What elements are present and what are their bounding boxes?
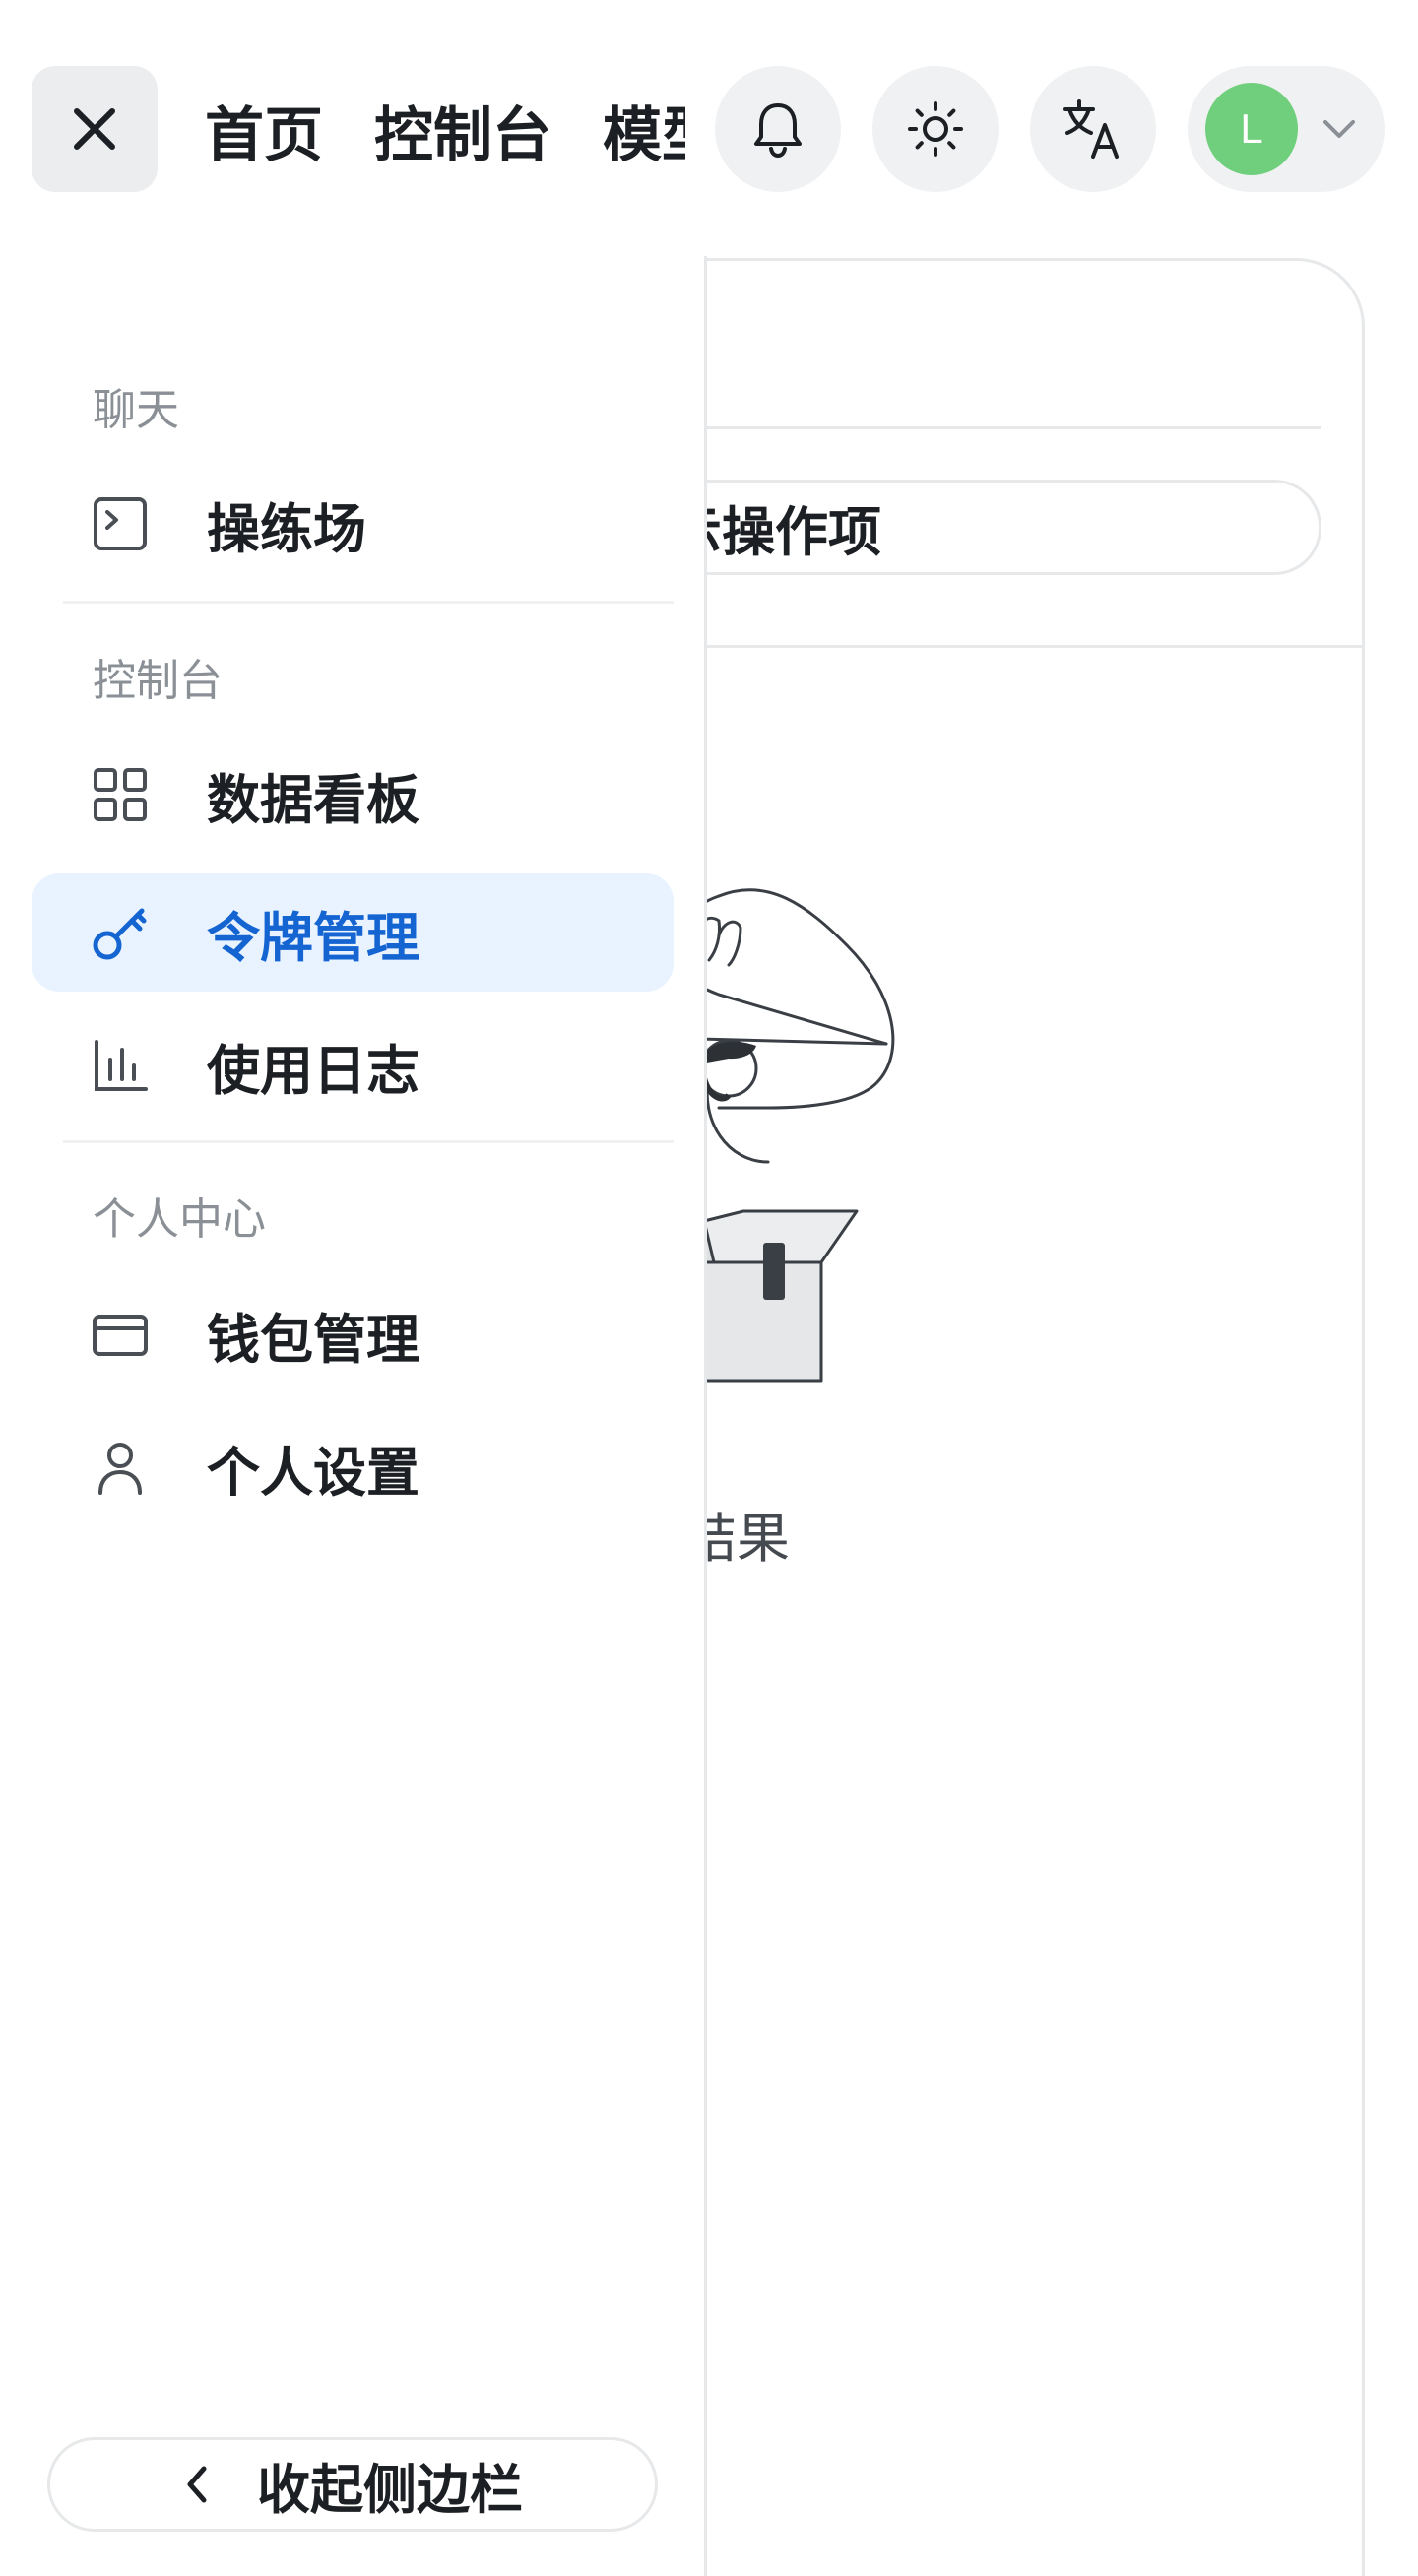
sidebar-item-token-management[interactable]: 令牌管理 [32, 873, 674, 992]
sidebar-item-dashboard[interactable]: 数据看板 [32, 736, 674, 854]
theme-toggle-button[interactable] [872, 66, 999, 192]
sidebar-item-personal-settings[interactable]: 个人设置 [32, 1408, 674, 1526]
user-icon [98, 1443, 142, 1495]
close-menu-button[interactable] [32, 66, 158, 192]
dashboard-icon [94, 768, 147, 821]
sun-icon [908, 101, 963, 157]
sidebar-item-label: 操练场 [207, 497, 366, 560]
terminal-icon [94, 497, 147, 550]
nav-link-home[interactable]: 首页 [205, 88, 323, 173]
sidebar-drawer: 聊天 操练场 控制台 数据看板 令牌管理 使用日志 个人中心 钱包管理 个人设置 [0, 256, 707, 2576]
sidebar-item-label: 数据看板 [207, 768, 419, 831]
notifications-button[interactable] [715, 66, 841, 192]
sidebar-item-wallet[interactable]: 钱包管理 [32, 1275, 674, 1393]
chevron-down-icon [1323, 120, 1355, 138]
bell-icon [754, 103, 802, 159]
nav-link-console[interactable]: 控制台 [374, 88, 551, 173]
translate-icon [1064, 99, 1119, 159]
sidebar-item-usage-logs[interactable]: 使用日志 [32, 1006, 674, 1125]
sidebar-item-label: 使用日志 [207, 1039, 419, 1102]
language-button[interactable] [1030, 66, 1156, 192]
sidebar-item-label: 钱包管理 [207, 1308, 419, 1371]
group-divider [63, 601, 674, 604]
group-title-personal-center: 个人中心 [93, 1194, 266, 1245]
close-icon [74, 108, 115, 150]
group-divider [63, 1140, 674, 1143]
avatar: L [1205, 83, 1298, 175]
key-icon [93, 908, 147, 960]
user-menu-button[interactable]: L [1188, 66, 1385, 192]
sidebar-item-playground[interactable]: 操练场 [32, 465, 674, 583]
bar-chart-icon [95, 1040, 148, 1091]
chevron-left-icon [187, 2466, 207, 2503]
nav-link-model-plaza[interactable]: 模型广场 [603, 88, 685, 173]
collapse-sidebar-button[interactable]: 收起侧边栏 [47, 2437, 658, 2532]
collapse-sidebar-label: 收起侧边栏 [257, 2458, 523, 2521]
sidebar-item-label: 令牌管理 [207, 906, 419, 969]
group-title-chat: 聊天 [93, 385, 179, 435]
sidebar-item-label: 个人设置 [207, 1441, 419, 1504]
credit-card-icon [93, 1315, 148, 1356]
top-header: 首页 控制台 模型广场 [0, 0, 1418, 256]
group-title-console: 控制台 [93, 656, 223, 706]
top-nav: 首页 控制台 模型广场 [205, 79, 685, 181]
